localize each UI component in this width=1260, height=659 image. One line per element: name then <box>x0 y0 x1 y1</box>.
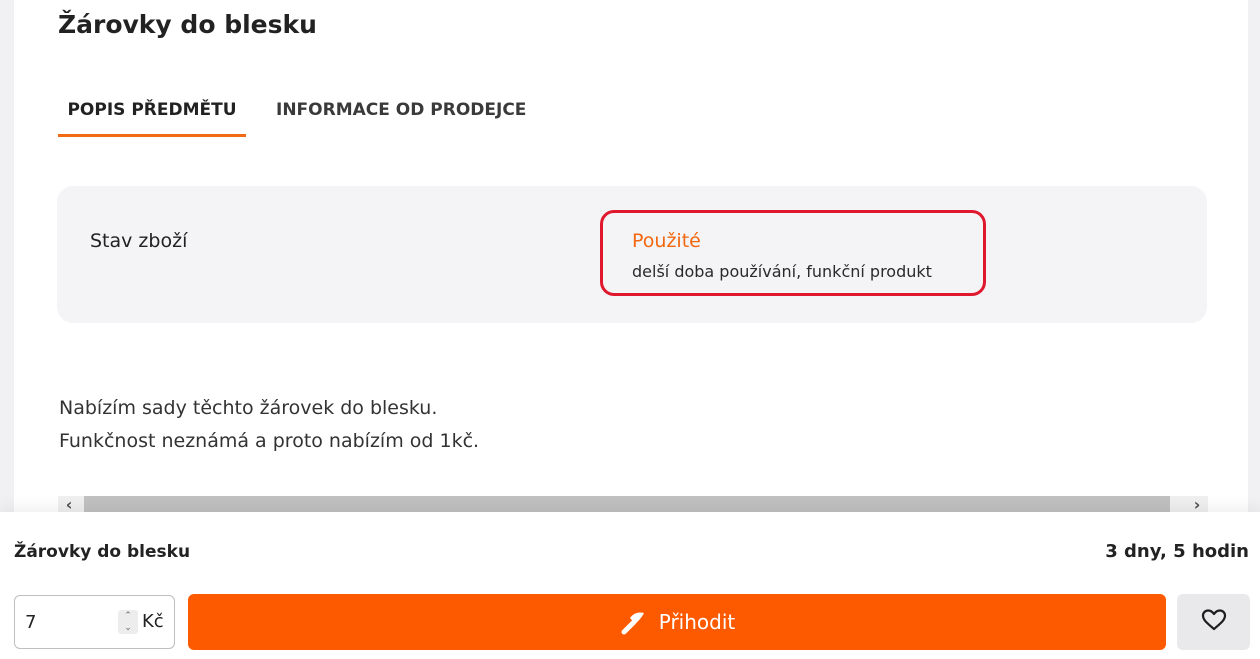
amount-stepper[interactable]: ⌃ ⌄ <box>118 610 138 634</box>
item-description: Nabízím sady těchto žárovek do blesku. F… <box>59 392 479 458</box>
chevron-down-icon[interactable]: ⌄ <box>118 622 138 634</box>
condition-description: delší doba používání, funkční produkt <box>632 262 932 281</box>
scroll-right-icon[interactable]: › <box>1186 496 1208 514</box>
bid-amount-input[interactable] <box>25 610 115 634</box>
bid-bar-title: Žárovky do blesku <box>14 542 191 562</box>
horizontal-scrollbar[interactable]: ‹ › <box>58 496 1208 514</box>
currency-label: Kč <box>142 611 164 632</box>
tab-item-description[interactable]: POPIS PŘEDMĚTU <box>58 96 246 137</box>
description-line: Nabízím sady těchto žárovek do blesku. <box>59 397 438 419</box>
bid-button-label: Přihodit <box>658 610 736 634</box>
description-line: Funkčnost neznámá a proto nabízím od 1kč… <box>59 430 480 452</box>
scrollbar-thumb[interactable] <box>84 496 1170 512</box>
time-remaining: 3 dny, 5 hodin <box>1105 541 1249 562</box>
page-title: Žárovky do blesku <box>58 10 317 39</box>
auction-hammer-icon <box>619 607 649 637</box>
bid-button[interactable]: Přihodit <box>188 594 1166 650</box>
condition-value: Použité <box>632 230 701 252</box>
condition-highlight-outline <box>600 210 986 296</box>
tab-seller-info[interactable]: INFORMACE OD PRODEJCE <box>276 96 526 134</box>
condition-panel: Stav zboží Použité delší doba používání,… <box>57 186 1207 323</box>
heart-icon <box>1201 608 1227 636</box>
bid-amount-field[interactable]: ⌃ ⌄ Kč <box>14 595 175 649</box>
favorite-button[interactable] <box>1177 594 1250 650</box>
bid-bar: Žárovky do blesku 3 dny, 5 hodin ⌃ ⌄ Kč … <box>0 512 1260 659</box>
scroll-left-icon[interactable]: ‹ <box>58 496 80 514</box>
condition-label: Stav zboží <box>90 230 188 252</box>
chevron-up-icon[interactable]: ⌃ <box>118 610 138 622</box>
